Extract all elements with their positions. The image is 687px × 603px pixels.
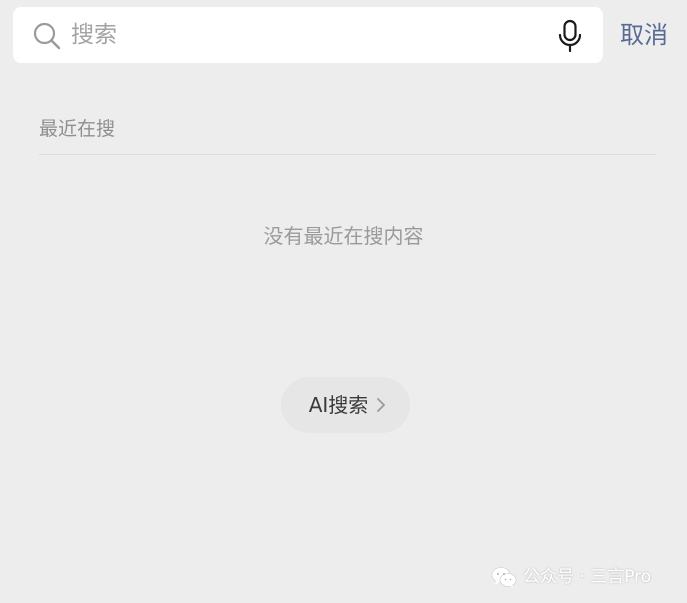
- search-bar[interactable]: [13, 7, 603, 63]
- recent-searches-title: 最近在搜: [39, 118, 116, 140]
- cancel-button[interactable]: 取消: [620, 15, 668, 55]
- search-icon: [33, 22, 61, 50]
- search-input[interactable]: [71, 15, 541, 55]
- empty-recent-message: 没有最近在搜内容: [263, 224, 424, 248]
- watermark-text: 公众号 · 三言Pro: [523, 567, 652, 587]
- ai-search-label: AI搜索: [308, 393, 369, 417]
- section-divider: [39, 154, 656, 155]
- chevron-right-icon: [377, 398, 386, 412]
- ai-search-button[interactable]: AI搜索: [281, 377, 410, 433]
- watermark: 公众号 · 三言Pro: [491, 563, 651, 591]
- wechat-icon: [491, 567, 517, 588]
- microphone-icon[interactable]: [557, 19, 583, 53]
